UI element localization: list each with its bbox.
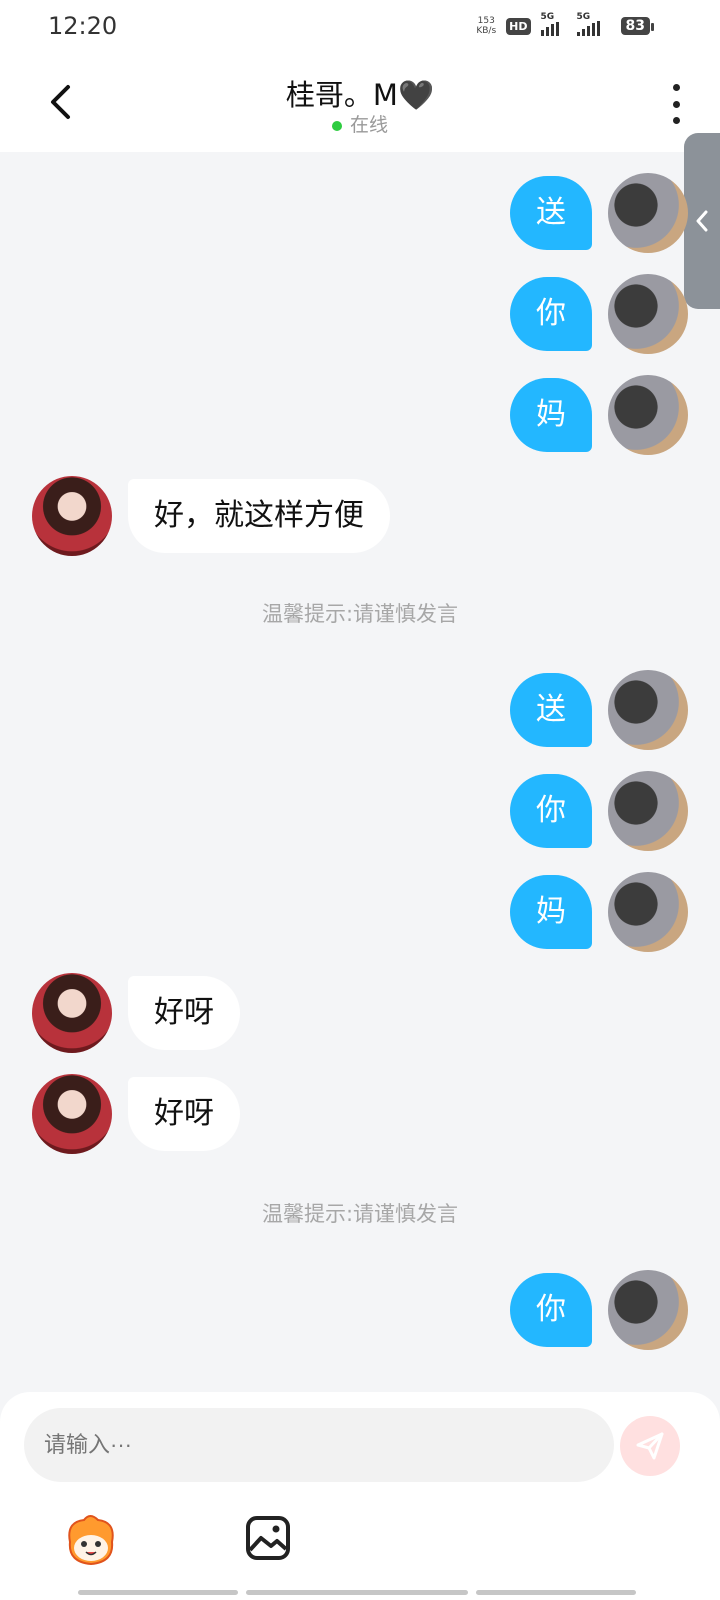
message-row-sent: 送 — [510, 173, 688, 253]
send-icon — [636, 1432, 664, 1460]
message-row-received: 好呀 — [32, 1074, 240, 1154]
signal-icon-2: 5G — [576, 12, 611, 36]
contact-avatar[interactable] — [32, 973, 112, 1053]
status-bar: 12:20 153 KB/s HD 5G 5G 83 — [0, 0, 720, 56]
message-bubble-sent[interactable]: 送 — [510, 176, 592, 250]
my-avatar[interactable] — [608, 872, 688, 952]
my-avatar[interactable] — [608, 173, 688, 253]
message-bubble-received[interactable]: 好呀 — [128, 976, 240, 1050]
more-dot-icon — [672, 117, 680, 124]
online-dot-icon — [331, 120, 342, 131]
chat-header: 桂哥。M🖤 在线 — [0, 56, 720, 152]
message-bubble-sent[interactable]: 送 — [510, 673, 592, 747]
my-avatar[interactable] — [608, 1270, 688, 1350]
message-bubble-sent[interactable]: 你 — [510, 277, 592, 351]
message-row-sent: 你 — [510, 1270, 688, 1350]
message-bubble-sent[interactable]: 妈 — [510, 875, 592, 949]
contact-avatar[interactable] — [32, 1074, 112, 1154]
emoji-sticker-icon — [68, 1515, 114, 1566]
presence-status: 在线 — [0, 110, 720, 137]
more-dot-icon — [672, 100, 680, 108]
status-time: 12:20 — [48, 12, 118, 40]
message-row-sent: 你 — [510, 771, 688, 851]
image-icon — [246, 1516, 290, 1560]
message-input[interactable] — [24, 1408, 614, 1482]
status-icons: 153 KB/s HD 5G 5G 83 — [476, 12, 655, 36]
my-avatar[interactable] — [608, 670, 688, 750]
hd-voice-icon: HD — [506, 17, 531, 35]
message-bubble-sent[interactable]: 你 — [510, 774, 592, 848]
message-row-received: 好，就这样方便 — [32, 476, 390, 556]
message-row-sent: 你 — [510, 274, 688, 354]
message-list[interactable]: 送 你 妈 好，就这样方便 温馨提示:请谨慎发言 送 你 妈 好呀 好呀 温馨提… — [0, 152, 720, 1392]
send-button[interactable] — [620, 1416, 680, 1476]
battery-icon: 83 — [620, 17, 655, 35]
message-row-sent: 送 — [510, 670, 688, 750]
message-bubble-received[interactable]: 好呀 — [128, 1077, 240, 1151]
message-row-received: 好呀 — [32, 973, 240, 1053]
message-row-sent: 妈 — [510, 375, 688, 455]
image-picker-button[interactable] — [244, 1514, 292, 1562]
system-notice: 温馨提示:请谨慎发言 — [261, 602, 459, 626]
network-speed: 153 KB/s — [476, 16, 497, 36]
emoji-sticker-button[interactable] — [60, 1512, 122, 1568]
signal-icon: 5G — [540, 12, 567, 36]
more-options-button[interactable] — [666, 84, 686, 124]
message-composer — [0, 1392, 720, 1600]
contact-name: 桂哥。M🖤 — [285, 78, 435, 112]
gesture-bar — [78, 1590, 636, 1595]
my-avatar[interactable] — [608, 771, 688, 851]
contact-avatar[interactable] — [32, 476, 112, 556]
more-dot-icon — [672, 84, 680, 91]
message-bubble-sent[interactable]: 妈 — [510, 378, 592, 452]
my-avatar[interactable] — [608, 375, 688, 455]
message-row-sent: 妈 — [510, 872, 688, 952]
my-avatar[interactable] — [608, 274, 688, 354]
message-bubble-sent[interactable]: 你 — [510, 1273, 592, 1347]
system-notice: 温馨提示:请谨慎发言 — [261, 1202, 459, 1226]
message-bubble-received[interactable]: 好，就这样方便 — [128, 479, 390, 553]
